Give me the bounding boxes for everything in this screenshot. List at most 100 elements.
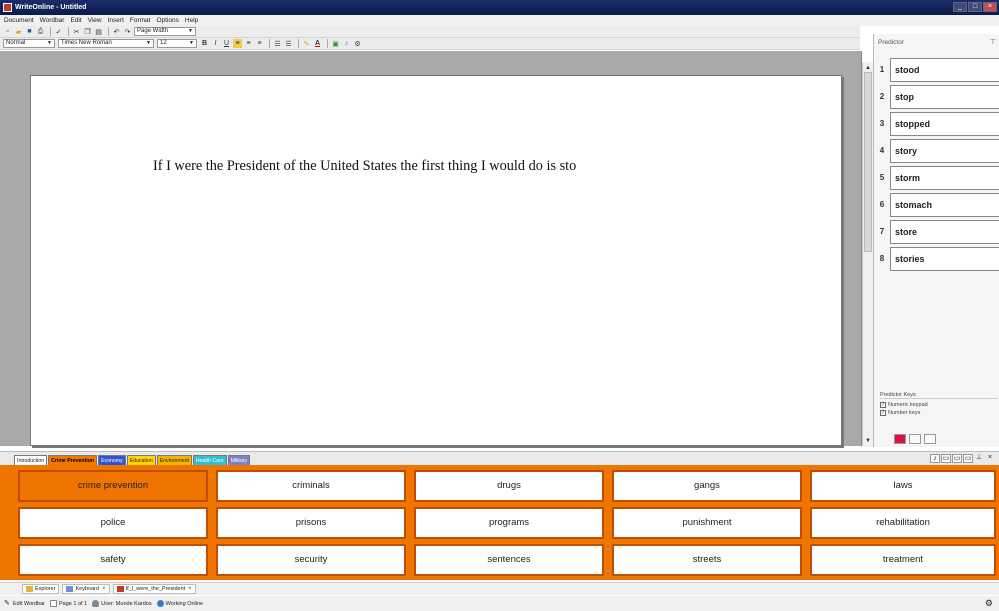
menu-format[interactable]: Format [130,17,151,24]
paste-icon[interactable]: ▤ [94,27,103,36]
tab-introduction[interactable]: Introduction [14,455,48,465]
menu-edit[interactable]: Edit [70,17,81,24]
align-left-icon[interactable]: ≡ [233,39,242,48]
prediction-item[interactable]: 4 story [874,137,999,164]
close-icon[interactable]: × [102,586,106,592]
document-page[interactable]: If I were the President of the United St… [30,75,842,446]
word-button[interactable]: streets [612,544,802,576]
tab-economy[interactable]: Economy [98,455,126,465]
menu-view[interactable]: View [88,17,102,24]
document-scrollbar[interactable]: ▲ ▼ [862,62,873,447]
prediction-word[interactable]: stories [890,246,999,271]
tab-keyboard[interactable]: Keyboard × [62,584,110,594]
checkbox-checked-icon[interactable]: ✓ [880,402,886,408]
copy-icon[interactable]: ❐ [83,27,92,36]
text-color-button[interactable]: A [313,39,322,48]
new-document-icon[interactable]: ▫ [3,27,12,36]
word-button[interactable]: criminals [216,470,406,502]
word-button[interactable]: gangs [612,470,802,502]
speak-icon[interactable]: ♪ [342,39,351,48]
prediction-item[interactable]: 3 stopped [874,110,999,137]
prediction-item[interactable]: 8 stories [874,245,999,272]
pin-icon[interactable]: ⊥ [974,454,984,463]
word-button[interactable]: drugs [414,470,604,502]
settings-icon[interactable]: ⚙ [353,39,362,48]
pin-icon[interactable]: ⊤ [990,38,996,46]
font-select[interactable]: Times New Roman ▼ [58,39,154,48]
layout-icon[interactable]: ▭ [963,454,973,463]
align-right-icon[interactable]: ≡ [255,39,264,48]
prediction-word[interactable]: stood [890,57,999,82]
gear-icon[interactable]: ⚙ [985,598,993,609]
word-button[interactable]: punishment [612,507,802,539]
open-folder-icon[interactable]: ▰ [14,27,23,36]
spellcheck-icon[interactable]: ✓ [54,27,63,36]
close-button[interactable]: × [983,2,997,12]
document-text[interactable]: If I were the President of the United St… [153,158,576,175]
prediction-word[interactable]: stopped [890,111,999,136]
number-keys-option[interactable]: ✓ Number keys [880,410,998,416]
tab-document[interactable]: If_I_were_the_President × [112,584,196,594]
numeric-keypad-option[interactable]: ✓ Numeric keypad [880,402,998,408]
size-select[interactable]: 12 ▼ [157,39,197,48]
insert-picture-icon[interactable]: ▣ [331,39,340,48]
word-button[interactable]: safety [18,544,208,576]
word-button[interactable]: sentences [414,544,604,576]
numbered-list-icon[interactable]: ☰ [273,39,282,48]
prediction-item[interactable]: 1 stood [874,56,999,83]
speak-icon[interactable]: ♪ [930,454,940,463]
wordbar-icon[interactable] [909,434,921,444]
menu-document[interactable]: Document [4,17,34,24]
menu-help[interactable]: Help [185,17,198,24]
scroll-up-icon[interactable]: ▲ [864,64,872,72]
prediction-word[interactable]: stop [890,84,999,109]
maximize-button[interactable]: □ [968,2,982,12]
prediction-item[interactable]: 6 stomach [874,191,999,218]
tab-crime-prevention[interactable]: Crime Prevention [48,455,98,465]
prediction-word[interactable]: story [890,138,999,163]
close-icon[interactable]: × [985,454,995,463]
minimize-button[interactable]: _ [953,2,967,12]
save-icon[interactable]: ■ [25,27,34,36]
scroll-thumb[interactable] [864,72,872,252]
underline-button[interactable]: U [222,39,231,48]
menu-insert[interactable]: Insert [108,17,124,24]
prediction-word[interactable]: store [890,219,999,244]
word-button[interactable]: laws [810,470,996,502]
print-icon[interactable]: ⎙ [36,27,45,36]
cut-icon[interactable]: ✂ [72,27,81,36]
prediction-word[interactable]: stomach [890,192,999,217]
layout-icon[interactable]: ▭ [941,454,951,463]
tab-health-care[interactable]: Health Care [192,455,227,465]
italic-button[interactable]: I [211,39,220,48]
highlighter-icon[interactable]: ✎ [302,39,311,48]
prediction-item[interactable]: 7 store [874,218,999,245]
word-button[interactable]: crime prevention [18,470,208,502]
menu-wordbar[interactable]: Wordbar [40,17,65,24]
scroll-down-icon[interactable]: ▼ [864,437,872,445]
menu-options[interactable]: Options [156,17,178,24]
word-button[interactable]: prisons [216,507,406,539]
align-center-icon[interactable]: ≡ [244,39,253,48]
predictor-icon[interactable] [894,434,906,444]
speech-icon[interactable] [924,434,936,444]
tab-military[interactable]: Military [227,455,251,465]
word-button[interactable]: programs [414,507,604,539]
undo-icon[interactable]: ↶ [112,27,121,36]
bullet-list-icon[interactable]: ☰ [284,39,293,48]
bold-button[interactable]: B [200,39,209,48]
prediction-word[interactable]: storm [890,165,999,190]
tab-explorer[interactable]: Explorer [22,584,60,594]
tab-education[interactable]: Education [126,455,156,465]
checkbox-checked-icon[interactable]: ✓ [880,410,886,416]
layout-icon[interactable]: ▭ [952,454,962,463]
style-select[interactable]: Normal ▼ [3,39,55,48]
word-button[interactable]: security [216,544,406,576]
tab-environment[interactable]: Environment [156,455,192,465]
zoom-select[interactable]: Page Width ▼ [134,27,196,36]
word-button[interactable]: rehabilitation [810,507,996,539]
prediction-item[interactable]: 5 storm [874,164,999,191]
prediction-item[interactable]: 2 stop [874,83,999,110]
close-icon[interactable]: × [188,586,192,592]
edit-wordbar-status[interactable]: ✎ Edit Wordbar [4,600,45,607]
